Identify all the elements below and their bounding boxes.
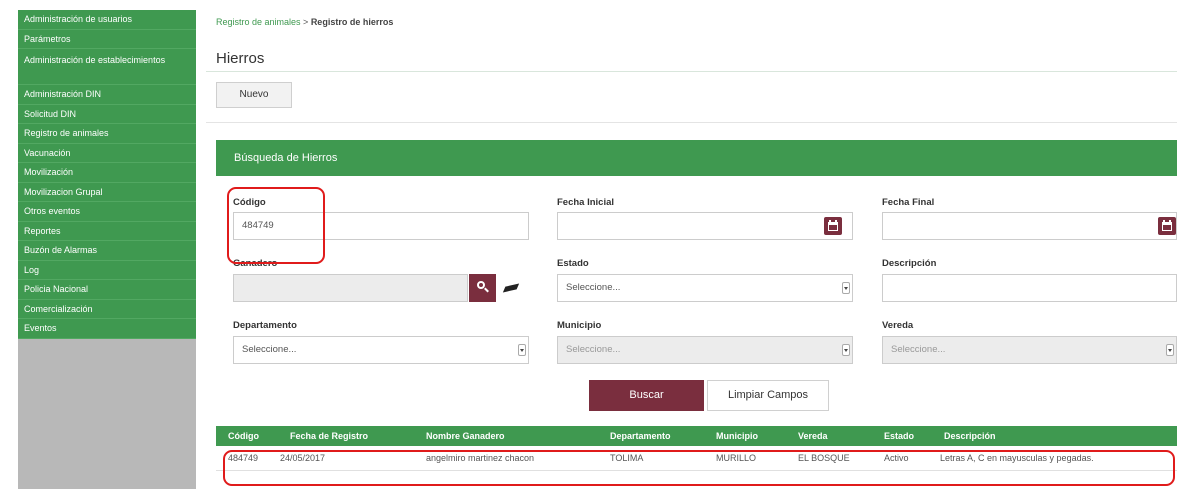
- breadcrumb-current: Registro de hierros: [310, 17, 394, 27]
- departamento-select[interactable]: Seleccione...: [233, 336, 529, 364]
- sidebar-item-movilizacion-grupal[interactable]: Movilizacion Grupal: [18, 182, 196, 202]
- estado-select[interactable]: Seleccione...: [557, 274, 853, 302]
- calendar-icon-ring-left: [1163, 220, 1165, 223]
- sidebar-item-policia-nacional[interactable]: Policia Nacional: [18, 280, 196, 300]
- municipio-select-value: Seleccione...: [566, 344, 621, 355]
- descripcion-input[interactable]: [882, 274, 1177, 302]
- breadcrumb: Registro de animales > Registro de hierr…: [216, 17, 393, 27]
- municipio-label: Municipio: [557, 320, 602, 331]
- sidebar-item-administracion-usuarios[interactable]: Administración de usuarios: [18, 10, 196, 30]
- search-button[interactable]: Buscar: [589, 380, 704, 411]
- estado-select-value: Seleccione...: [566, 282, 621, 293]
- column-header-codigo[interactable]: Código: [228, 426, 259, 446]
- search-panel-header: Búsqueda de Hierros: [216, 140, 1177, 176]
- column-header-estado[interactable]: Estado: [884, 426, 914, 446]
- fecha-final-label: Fecha Final: [882, 197, 935, 208]
- sidebar-item-buzon-alarmas[interactable]: Buzón de Alarmas: [18, 241, 196, 261]
- results-table-header: Código Fecha de Registro Nombre Ganadero…: [216, 426, 1177, 446]
- breadcrumb-separator: >: [300, 17, 311, 27]
- column-header-departamento[interactable]: Departamento: [610, 426, 671, 446]
- new-button[interactable]: Nuevo: [216, 82, 292, 108]
- fecha-inicial-label: Fecha Inicial: [557, 197, 615, 208]
- sidebar-item-parametros[interactable]: Parámetros: [18, 29, 196, 49]
- sidebar-item-otros-eventos[interactable]: Otros eventos: [18, 202, 196, 222]
- calendar-icon-cell: [1163, 225, 1171, 230]
- departamento-select-value: Seleccione...: [242, 344, 297, 355]
- estado-label: Estado: [557, 258, 589, 269]
- calendar-icon-ring-right: [835, 220, 837, 223]
- search-panel: Búsqueda de Hierros Código 484749 Fecha …: [216, 140, 1177, 489]
- municipio-select[interactable]: Seleccione...: [557, 336, 853, 364]
- sidebar-item-vacunacion[interactable]: Vacunación: [18, 143, 196, 163]
- chevron-down-icon: [1166, 344, 1174, 356]
- fecha-inicial-input[interactable]: [557, 212, 853, 240]
- breadcrumb-link-registro-animales[interactable]: Registro de animales: [216, 17, 301, 27]
- sidebar-item-solicitud-din[interactable]: Solicitud DIN: [18, 104, 196, 124]
- descripcion-label: Descripción: [882, 258, 937, 269]
- calendar-icon-ring-left: [829, 220, 831, 223]
- column-header-municipio[interactable]: Municipio: [716, 426, 758, 446]
- column-header-descripcion[interactable]: Descripción: [944, 426, 996, 446]
- vereda-select[interactable]: Seleccione...: [882, 336, 1177, 364]
- vereda-select-value: Seleccione...: [891, 344, 946, 355]
- chevron-down-icon: [842, 344, 850, 356]
- sidebar-nav: Administración de usuarios Parámetros Ad…: [18, 10, 196, 489]
- chevron-down-icon: [518, 344, 526, 356]
- sidebar-item-eventos[interactable]: Eventos: [18, 319, 196, 339]
- ganadero-search-button[interactable]: [469, 274, 496, 302]
- main-content: Registro de animales > Registro de hierr…: [206, 10, 1177, 489]
- calendar-icon-cell: [829, 225, 837, 230]
- eraser-icon[interactable]: [502, 283, 520, 293]
- search-panel-title: Búsqueda de Hierros: [234, 152, 338, 164]
- departamento-label: Departamento: [233, 320, 297, 331]
- calendar-icon-ring-right: [1169, 220, 1171, 223]
- fecha-final-calendar-icon[interactable]: [1158, 217, 1176, 235]
- sidebar-item-reportes[interactable]: Reportes: [18, 221, 196, 241]
- chevron-down-icon: [842, 282, 850, 294]
- page-title: Hierros: [216, 50, 265, 67]
- column-header-fecha-registro[interactable]: Fecha de Registro: [290, 426, 368, 446]
- sidebar-item-registro-animales[interactable]: Registro de animales: [18, 124, 196, 144]
- vereda-label: Vereda: [882, 320, 914, 331]
- sidebar-item-comercializacion[interactable]: Comercialización: [18, 299, 196, 319]
- sidebar-item-movilizacion[interactable]: Movilización: [18, 163, 196, 183]
- column-header-nombre-ganadero[interactable]: Nombre Ganadero: [426, 426, 505, 446]
- codigo-highlight-box: [227, 187, 325, 264]
- fecha-inicial-calendar-icon[interactable]: [824, 217, 842, 235]
- ganadero-input[interactable]: [233, 274, 468, 302]
- fecha-final-input[interactable]: [882, 212, 1177, 240]
- sidebar-item-administracion-establecimientos[interactable]: Administración de establecimientos: [18, 49, 196, 85]
- section-divider: [206, 122, 1177, 123]
- sidebar-item-administracion-din[interactable]: Administración DIN: [18, 85, 196, 105]
- result-row-highlight-box: [223, 450, 1175, 486]
- column-header-vereda[interactable]: Vereda: [798, 426, 828, 446]
- search-icon-handle: [484, 287, 489, 293]
- clear-fields-button[interactable]: Limpiar Campos: [707, 380, 829, 411]
- sidebar-item-log[interactable]: Log: [18, 260, 196, 280]
- title-divider: [206, 71, 1177, 72]
